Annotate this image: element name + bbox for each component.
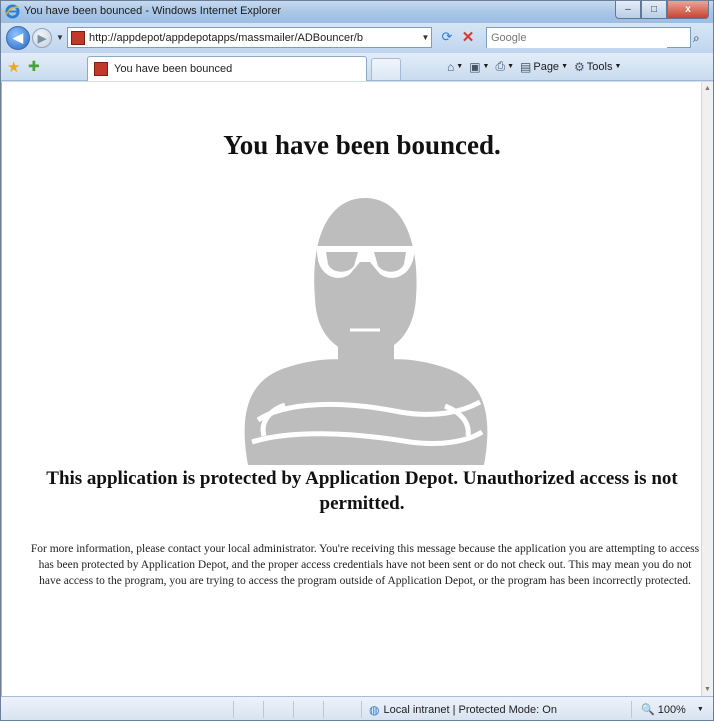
security-zone[interactable]: ◍ Local intranet | Protected Mode: On [369,703,557,717]
window-controls: – □ x [615,1,709,20]
protection-notice: This application is protected by Applica… [46,468,678,514]
search-icon[interactable]: ⌕ [693,31,700,46]
info-message: For more information, please contact you… [30,543,700,587]
add-favorite-icon[interactable]: ✚ [28,58,40,75]
status-divider [263,701,264,718]
stop-icon[interactable]: ✕ [459,28,477,46]
print-icon: ⎙ [495,59,506,73]
address-dropdown-icon[interactable]: ▼ [419,33,431,42]
status-bar: ◍ Local intranet | Protected Mode: On 🔍 … [1,696,713,720]
status-divider [361,701,362,718]
chevron-down-icon: ▼ [614,63,622,70]
scroll-down-icon[interactable]: ▼ [704,686,711,693]
address-toolbar: ◀ ▶ ▼ http://appdepot/appdepotapps/massm… [1,23,713,53]
home-icon: ⌂ [447,59,455,74]
tools-menu-label: Tools [586,60,613,73]
site-favicon-icon [71,30,85,45]
feeds-icon: ▣ [469,59,481,74]
search-box[interactable] [486,27,691,48]
tab-active[interactable]: You have been bounced [87,56,367,81]
chevron-down-icon: ▼ [456,63,464,70]
status-divider [323,701,324,718]
status-divider [233,701,234,718]
address-url[interactable]: http://appdepot/appdepotapps/massmailer/… [89,32,419,44]
status-divider [293,701,294,718]
internet-explorer-icon [5,4,20,19]
back-arrow-icon: ◀ [13,30,23,45]
zoom-icon: 🔍 [641,704,655,716]
page-icon: ▤ [520,59,532,74]
refresh-icon[interactable]: ⟳ [437,29,457,47]
title-bar[interactable]: You have been bounced - Windows Internet… [1,1,713,23]
zoom-level: 100% [657,703,686,716]
new-tab-button[interactable] [371,58,401,80]
page-title: You have been bounced. [223,130,501,160]
status-divider [631,701,632,718]
command-bar: ⌂ ▼ ▣ ▼ ⎙ ▼ ▤ Page ▼ ⚙ Tools ▼ [447,59,621,74]
tab-label: You have been bounced [114,63,233,75]
command-toolbar: ★ ✚ You have been bounced ⌂ ▼ ▣ ▼ ⎙ ▼ ▤ Page… [1,53,713,81]
chevron-down-icon: ▼ [482,63,490,70]
tools-menu[interactable]: ⚙ Tools ▼ [574,60,621,74]
search-input[interactable] [487,28,667,48]
print-button[interactable]: ⎙ ▼ [495,59,514,74]
minimize-button[interactable]: – [615,1,641,19]
vertical-scrollbar[interactable]: ▲ ▼ [701,82,713,696]
zone-label: Local intranet | Protected Mode: On [383,704,557,716]
bouncer-illustration [244,198,488,465]
favorites-star-icon[interactable]: ★ [7,58,20,76]
intranet-icon: ◍ [369,703,380,717]
page-content: You have been bounced. This application … [1,82,701,696]
chevron-down-icon: ▼ [507,63,515,70]
chevron-down-icon: ▼ [561,63,568,70]
page-menu-label: Page [533,60,560,73]
browser-window: You have been bounced - Windows Internet… [0,0,714,721]
tools-icon: ⚙ [574,59,585,74]
scroll-up-icon[interactable]: ▲ [704,85,711,92]
forward-arrow-icon: ▶ [37,32,47,45]
close-button[interactable]: x [667,1,709,19]
home-button[interactable]: ⌂ ▼ [447,60,463,74]
forward-button[interactable]: ▶ [32,28,52,48]
back-button[interactable]: ◀ [6,26,30,50]
chevron-down-icon: ▼ [696,706,704,713]
window-title: You have been bounced - Windows Internet… [24,5,282,17]
maximize-button[interactable]: □ [641,1,667,19]
recent-pages-dropdown[interactable]: ▼ [56,33,64,42]
page-menu[interactable]: ▤ Page ▼ [520,60,568,74]
address-bar[interactable]: http://appdepot/appdepotapps/massmailer/… [67,27,432,48]
zoom-control[interactable]: 🔍 100% ▼ [641,703,704,717]
tab-favicon-icon [94,62,108,76]
feeds-button[interactable]: ▣ ▼ [469,60,489,74]
